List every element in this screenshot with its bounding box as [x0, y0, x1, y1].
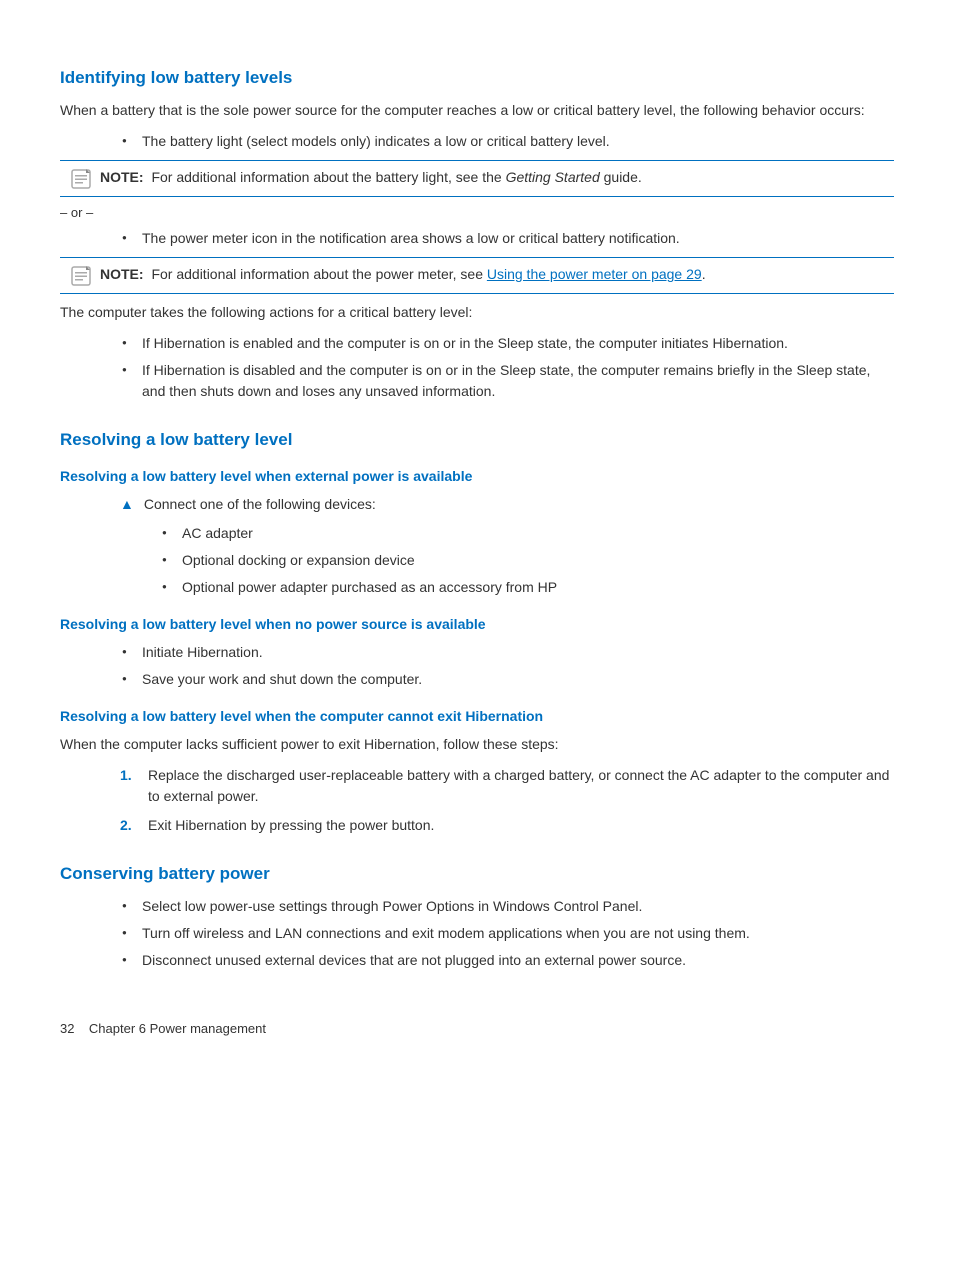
cannot-exit-intro: When the computer lacks sufficient power… [60, 734, 894, 755]
note-box-2: NOTE: For additional information about t… [60, 257, 894, 294]
or-text: – or – [60, 205, 894, 220]
critical-bullet-1: If Hibernation is enabled and the comput… [120, 333, 894, 354]
section-title-identifying: Identifying low battery levels [60, 68, 894, 88]
conserving-bullet-1: Select low power-use settings through Po… [120, 896, 894, 917]
identifying-bullet-1: The battery light (select models only) i… [120, 131, 894, 152]
identifying-bullet-list-1: The battery light (select models only) i… [120, 131, 894, 152]
subsection-title-no-power: Resolving a low battery level when no po… [60, 616, 894, 632]
note-1-content: NOTE: For additional information about t… [100, 167, 642, 188]
external-power-bullet-list: AC adapter Optional docking or expansion… [160, 523, 894, 598]
chapter-label: Chapter 6 Power management [89, 1021, 266, 1036]
power-meter-link[interactable]: Using the power meter on page 29 [487, 266, 702, 282]
subsection-title-external-power: Resolving a low battery level when exter… [60, 468, 894, 484]
external-bullet-1: AC adapter [160, 523, 894, 544]
critical-bullet-list: If Hibernation is enabled and the comput… [120, 333, 894, 402]
no-power-bullet-list: Initiate Hibernation. Save your work and… [120, 642, 894, 690]
critical-bullet-2: If Hibernation is disabled and the compu… [120, 360, 894, 402]
external-bullet-2: Optional docking or expansion device [160, 550, 894, 571]
cannot-exit-steps: Replace the discharged user-replaceable … [120, 765, 894, 836]
identifying-bullet-2: The power meter icon in the notification… [120, 228, 894, 249]
note-1-label: NOTE: [100, 169, 144, 185]
subsection-title-cannot-exit: Resolving a low battery level when the c… [60, 708, 894, 724]
conserving-bullet-2: Turn off wireless and LAN connections an… [120, 923, 894, 944]
warning-triangle-icon: ▲ [120, 496, 134, 512]
no-power-bullet-1: Initiate Hibernation. [120, 642, 894, 663]
critical-intro: The computer takes the following actions… [60, 302, 894, 323]
page-number: 32 [60, 1021, 74, 1036]
conserving-bullet-list: Select low power-use settings through Po… [120, 896, 894, 971]
conserving-bullet-3: Disconnect unused external devices that … [120, 950, 894, 971]
note-2-text: For additional information about the pow… [151, 266, 705, 282]
identifying-intro: When a battery that is the sole power so… [60, 100, 894, 121]
warning-item: ▲ Connect one of the following devices: [120, 494, 894, 515]
note-2-content: NOTE: For additional information about t… [100, 264, 706, 285]
note-icon-2 [70, 265, 92, 287]
no-power-bullet-2: Save your work and shut down the compute… [120, 669, 894, 690]
step-2: Exit Hibernation by pressing the power b… [120, 815, 894, 836]
section-title-conserving: Conserving battery power [60, 864, 894, 884]
note-2-label: NOTE: [100, 266, 144, 282]
identifying-bullet-list-2: The power meter icon in the notification… [120, 228, 894, 249]
note-box-1: NOTE: For additional information about t… [60, 160, 894, 197]
note-1-text: For additional information about the bat… [151, 169, 641, 185]
external-bullet-3: Optional power adapter purchased as an a… [160, 577, 894, 598]
section-title-resolving: Resolving a low battery level [60, 430, 894, 450]
note-icon-1 [70, 168, 92, 190]
page-footer: 32 Chapter 6 Power management [60, 1011, 894, 1036]
step-1: Replace the discharged user-replaceable … [120, 765, 894, 807]
warning-text: Connect one of the following devices: [144, 494, 376, 515]
